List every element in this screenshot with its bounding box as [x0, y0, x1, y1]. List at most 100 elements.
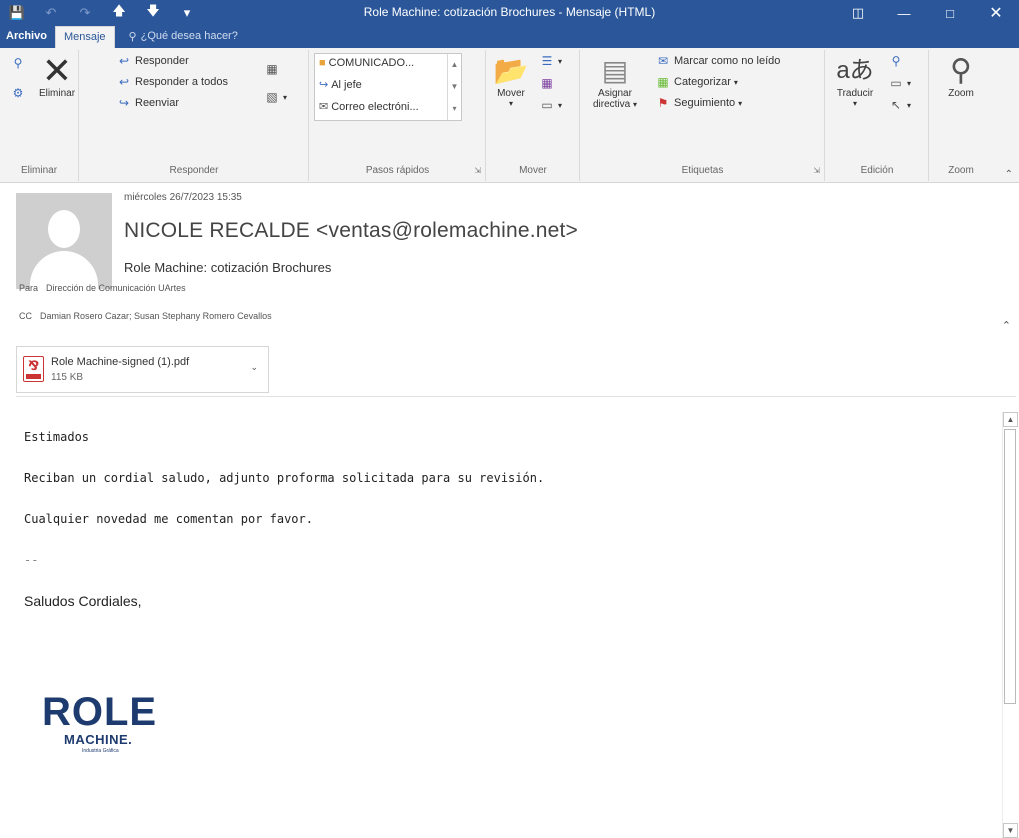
save-icon[interactable]: 💾 — [0, 0, 34, 26]
ribbon-display-icon[interactable]: ◫ — [835, 0, 881, 26]
tags-launcher-icon[interactable]: ⇲ — [813, 166, 820, 175]
onenote-button[interactable]: ▦ — [539, 76, 555, 90]
maximize-icon[interactable]: □ — [927, 0, 973, 26]
junk-button[interactable]: ⚙ — [10, 86, 26, 100]
zoom-label: Zoom — [948, 88, 974, 99]
select-button[interactable]: ↖ ▾ — [888, 98, 911, 112]
assign-policy-button[interactable]: ▤ Asignar directiva ▾ — [587, 54, 643, 110]
cc-line: CC Damian Rosero Cazar; Susan Stephany R… — [19, 311, 272, 321]
magnifier-icon: ⚲ — [950, 54, 972, 87]
scroll-down-arrow-icon[interactable]: ▼ — [1003, 823, 1018, 838]
more-respond-button[interactable]: ▧ ▾ — [264, 90, 287, 104]
group-label-respond: Responder — [169, 165, 219, 176]
related-button[interactable]: ▭ ▾ — [888, 76, 911, 90]
tell-me-box[interactable]: ⚲ ¿Qué desea hacer? — [115, 26, 246, 48]
delete-button-label: Eliminar — [38, 88, 76, 99]
flag-icon: ⚑ — [657, 96, 669, 110]
move-label: Mover — [497, 88, 525, 99]
ribbon-tabs: Archivo Mensaje ⚲ ¿Qué desea hacer? — [0, 26, 1019, 48]
quick-step-al-jefe[interactable]: ↪ Al jefe — [319, 78, 362, 92]
reply-all-button[interactable]: ↩ Responder a todos — [116, 75, 228, 89]
quick-step-label: Al jefe — [331, 78, 362, 91]
undo-icon[interactable]: ↶ — [34, 0, 68, 26]
categorize-label: Categorizar — [674, 76, 731, 88]
actions-caret: ▾ — [558, 100, 563, 110]
group-label-zoom: Zoom — [948, 165, 974, 176]
assign-policy-label-1: Asignar — [598, 88, 632, 99]
rules-caret: ▾ — [558, 56, 563, 66]
customize-icon[interactable]: ▾ — [170, 0, 204, 26]
more-icon[interactable]: ▾ — [448, 98, 461, 120]
attachment-name: Role Machine-signed (1).pdf — [51, 356, 190, 368]
tab-message[interactable]: Mensaje — [54, 26, 115, 48]
to-line: Para Dirección de Comunicación UArtes — [19, 283, 186, 293]
cc-recipients[interactable]: Damian Rosero Cazar; Susan Stephany Rome… — [40, 311, 272, 321]
closing: Saludos Cordiales, — [24, 593, 142, 609]
logo-wordmark: ROLE — [42, 690, 158, 734]
header-collapse-icon[interactable]: ⌃ — [1002, 319, 1011, 332]
forward-button[interactable]: ↪ Reenviar — [116, 96, 179, 110]
mark-unread-button[interactable]: ✉ Marcar como no leído — [655, 54, 780, 68]
quick-step-label: Correo electróni... — [331, 100, 419, 113]
arrow-up-icon[interactable]: 🡅 — [102, 0, 136, 26]
reply-all-icon: ↩ — [118, 75, 130, 89]
meeting-icon: ▦ — [266, 62, 278, 76]
group-label-edit: Edición — [860, 165, 894, 176]
junk-icon: ⚙ — [12, 86, 24, 100]
follow-up-button[interactable]: ⚑ Seguimiento ▾ — [655, 96, 743, 110]
attachment-size: 115 KB — [51, 372, 84, 383]
quick-steps-scroll[interactable]: ▲ ▼ ▾ — [447, 54, 461, 120]
group-quick-steps: ■ COMUNICADO... ↪ Al jefe ✉ Correo electrón… — [310, 50, 486, 181]
reply-label: Responder — [135, 55, 189, 67]
reply-button[interactable]: ↩ Responder — [116, 54, 189, 68]
move-button[interactable]: 📂 Mover ▾ — [491, 54, 531, 108]
minimize-icon[interactable]: — — [881, 0, 927, 26]
window-title: Role Machine: cotización Brochures - Men… — [363, 5, 656, 19]
assign-policy-label-2: directiva — [592, 99, 631, 110]
attachment[interactable]: ⅋ Role Machine-signed (1).pdf 115 KB ⌄ — [16, 346, 269, 393]
collapse-ribbon-icon[interactable]: ⌃ — [1005, 169, 1013, 180]
delete-button[interactable]: ✕ Eliminar — [36, 53, 78, 100]
translate-icon: aあ — [836, 57, 874, 84]
related-caret: ▾ — [907, 78, 912, 88]
group-zoom: ⚲ Zoom Zoom — [930, 50, 992, 181]
group-delete: ⚲ ⚙ ✕ Eliminar Eliminar — [0, 50, 79, 181]
body-line-2: Cualquier novedad me comentan por favor. — [24, 512, 313, 526]
find-button[interactable]: ⚲ — [888, 54, 904, 68]
to-label: Para — [19, 283, 39, 293]
scroll-up-icon[interactable]: ▲ — [448, 54, 461, 76]
vertical-scrollbar[interactable]: ▲ ▼ — [1002, 412, 1018, 838]
forward-icon: ↪ — [319, 79, 329, 91]
group-label-delete: Eliminar — [20, 165, 58, 176]
cursor-icon: ↖ — [890, 98, 902, 112]
to-recipients[interactable]: Dirección de Comunicación UArtes — [46, 283, 186, 293]
quick-steps-launcher-icon[interactable]: ⇲ — [474, 166, 481, 175]
redo-icon[interactable]: ↷ — [68, 0, 102, 26]
scroll-up-arrow-icon[interactable]: ▲ — [1003, 412, 1018, 427]
ignore-button[interactable]: ⚲ — [10, 56, 26, 70]
scroll-thumb[interactable] — [1004, 429, 1016, 704]
scroll-down-icon[interactable]: ▼ — [448, 76, 461, 98]
attachment-dropdown-icon[interactable]: ⌄ — [250, 362, 258, 373]
envelope-icon: ✉ — [657, 54, 669, 68]
categorize-button[interactable]: ▦ Categorizar ▾ — [655, 75, 738, 89]
follow-up-caret: ▾ — [738, 98, 743, 108]
translate-button[interactable]: aあ Traducir ▾ — [832, 54, 878, 108]
zoom-button[interactable]: ⚲ Zoom — [938, 54, 984, 99]
tab-file[interactable]: Archivo — [0, 26, 55, 48]
arrow-down-icon[interactable]: 🡇 — [136, 0, 170, 26]
close-icon[interactable]: ✕ — [973, 0, 1019, 26]
body-line-1: Reciban un cordial saludo, adjunto profo… — [24, 471, 545, 485]
logo-subtitle: MACHINE. — [64, 732, 133, 747]
assign-policy-caret: ▾ — [633, 100, 638, 109]
follow-up-label: Seguimiento — [674, 97, 736, 109]
ribbon: ⚲ ⚙ ✕ Eliminar Eliminar ↩ Responder ↩ Resp… — [0, 48, 1019, 183]
rules-button[interactable]: ☰ ▾ — [539, 54, 562, 68]
quick-step-email[interactable]: ✉ Correo electróni... — [319, 100, 419, 114]
sender[interactable]: NICOLE RECALDE <ventas@rolemachine.net> — [124, 219, 578, 243]
actions-button[interactable]: ▭ ▾ — [539, 98, 562, 112]
move-caret: ▾ — [508, 99, 513, 108]
meeting-button[interactable]: ▦ — [264, 62, 280, 76]
quick-step-comunicado[interactable]: ■ COMUNICADO... — [319, 57, 414, 69]
ignore-icon: ⚲ — [13, 56, 23, 70]
